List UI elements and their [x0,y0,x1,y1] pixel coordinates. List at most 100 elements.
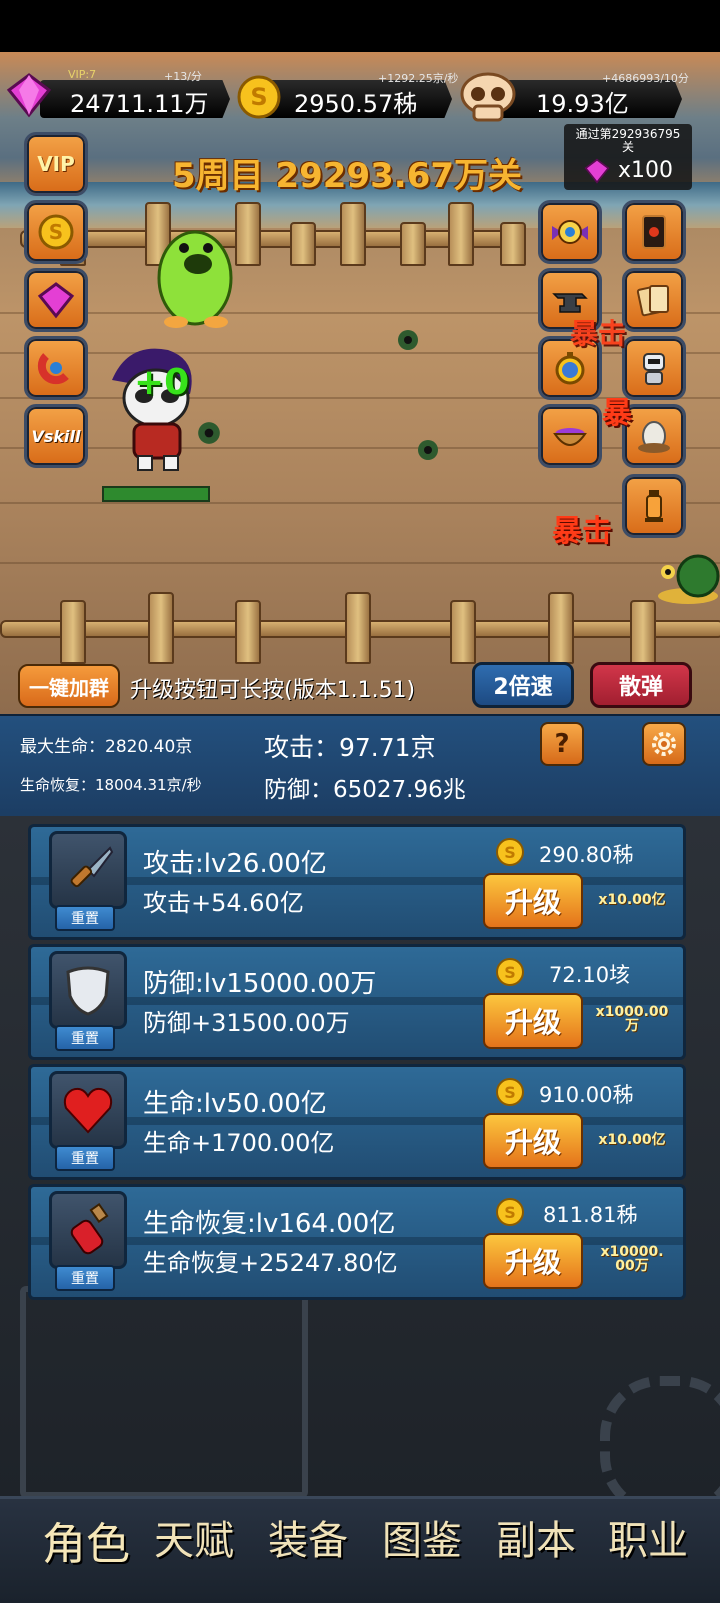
upgrade-bonus: 防御+31500.00万 [143,1009,350,1037]
defense-icon-box [49,951,127,1029]
coin-icon: S [496,1078,524,1106]
regen-icon-box [49,1191,127,1269]
potion-bowl-button[interactable] [538,404,602,468]
attack-icon-box [49,831,127,909]
gem-rate: +13/分 [164,70,202,83]
upgrade-button[interactable]: 升级 [483,993,583,1049]
robot-icon [643,353,665,385]
life-icon-box [49,1071,127,1149]
egg-icon [638,421,670,453]
reset-button[interactable]: 重置 [55,1025,115,1051]
vip-button[interactable]: VIP [24,132,88,196]
multiplier-line2: 00万 [615,1258,649,1274]
gem-icon [6,73,52,118]
green-blob-enemy [157,230,233,328]
upgrade-name: 生命恢复:lv164.00亿 [143,1209,396,1239]
upgrade-multiplier: x10.00亿 [587,1133,677,1147]
upgrade-cost: 811.81秭 [543,1203,638,1227]
svg-text:S: S [504,1083,516,1102]
upgrade-card-life: 重置 生命:lv50.00亿 生命+1700.00亿 S 910.00秭 升级 … [28,1064,686,1180]
multiplier-line1: x10.00亿 [598,892,666,908]
nav-tab-codex[interactable]: 图鉴 [382,1508,462,1566]
eye-bat-button[interactable] [538,200,602,264]
scatter-label: 散弹 [618,675,663,700]
svg-text:S: S [250,83,267,111]
hero-character [112,348,192,471]
upgrade-name: 生命:lv50.00亿 [143,1089,327,1119]
pass-reward-box: 通过第292936795 关 x100 [564,124,692,190]
upgrade-cost: 910.00秭 [539,1083,634,1107]
vip-label: VIP:7 [68,68,97,81]
defense-stat: 防御：65027.96兆 [264,777,466,803]
join-group-label: 一键加群 [29,675,109,700]
stage-title: 5周目 29293.67万关 [172,156,523,196]
lantern-icon [645,490,663,522]
eye-bat-icon [552,220,588,244]
coin-icon: S [496,838,524,866]
upgrade-button[interactable]: 升级 [483,1113,583,1169]
upgrade-hint: 升级按钮可长按(版本1.1.51) [130,678,416,703]
status-bar-area [0,0,720,52]
bowl-icon [553,428,587,446]
magnet-icon [37,353,69,385]
pass-line1: 通过第292936795 [575,127,681,141]
potion-icon [70,1203,109,1255]
crit-text: 暴击 [570,317,627,350]
nav-tab-character[interactable]: 角色 [42,1508,130,1572]
nav-tab-dungeon[interactable]: 副本 [496,1508,576,1566]
help-button[interactable]: ? [540,722,584,766]
scatter-shot-button[interactable]: 散弹 [590,662,692,708]
nav-tab-equipment[interactable]: 装备 [268,1508,348,1566]
damage-popup: +0 [134,362,190,403]
crit-text: 暴击 [552,514,612,549]
coin-icon: S [496,1198,524,1226]
regen-stat: 生命恢复：18004.31京/秒 [20,776,202,794]
upgrade-button[interactable]: 升级 [483,1233,583,1289]
coin-icon: S [237,75,281,119]
upgrade-bonus: 生命+1700.00亿 [143,1129,335,1157]
upgrade-name: 攻击:lv26.00亿 [143,849,327,879]
skull-icon [460,72,516,122]
card-icon [642,215,666,249]
skull-value: 19.93亿 [536,90,629,118]
upgrade-multiplier: x10.00亿 [587,893,677,907]
upgrade-name: 防御:lv15000.00万 [143,969,377,999]
snail-enemy [658,554,720,604]
cards-button[interactable] [622,268,686,332]
upgrade-cost: 290.80秭 [539,843,634,867]
vskill-button[interactable]: Vskill [24,404,88,468]
machinery-decoration [20,1286,308,1498]
join-group-button[interactable]: 一键加群 [18,664,120,708]
lantern-button[interactable] [622,474,686,538]
hero-health-bar [102,486,210,502]
coin-shop-button[interactable]: S [24,200,88,264]
upgrade-bonus: 攻击+54.60亿 [143,889,304,917]
card-back-button[interactable] [622,200,686,264]
upgrade-card-regen: 重置 生命恢复:lv164.00亿 生命恢复+25247.80亿 S 811.8… [28,1184,686,1300]
upgrade-card-attack: 重置 攻击:lv26.00亿 攻击+54.60亿 S 290.80秭 升级 x1… [28,824,686,940]
coin-icon: S [38,214,74,250]
svg-text:S: S [504,1203,516,1222]
settings-button[interactable] [642,722,686,766]
upgrade-bonus: 生命恢复+25247.80亿 [143,1249,398,1277]
upgrade-button[interactable]: 升级 [483,873,583,929]
speed-button[interactable]: 2倍速 [472,662,574,708]
reset-button[interactable]: 重置 [55,1265,115,1291]
nav-tab-class[interactable]: 职业 [608,1508,688,1566]
reset-button[interactable]: 重置 [55,1145,115,1171]
nav-tab-talent[interactable]: 天赋 [154,1508,234,1566]
upgrade-multiplier: x1000.00 万 [587,1005,677,1033]
gem-value: 24711.11万 [70,90,209,118]
reset-button[interactable]: 重置 [55,905,115,931]
dagger-icon [70,846,114,888]
shield-icon [66,966,110,1016]
upgrade-multiplier: x10000. 00万 [587,1245,677,1273]
coin-icon: S [496,958,524,986]
vskill-label: Vskill [31,426,81,446]
pass-reward-amount: x100 [618,158,674,183]
coin-value: 2950.57秭 [294,90,418,118]
magnet-button[interactable] [24,336,88,400]
heart-icon [63,1087,113,1134]
gem-shop-button[interactable] [24,268,88,332]
question-icon: ? [554,729,570,759]
